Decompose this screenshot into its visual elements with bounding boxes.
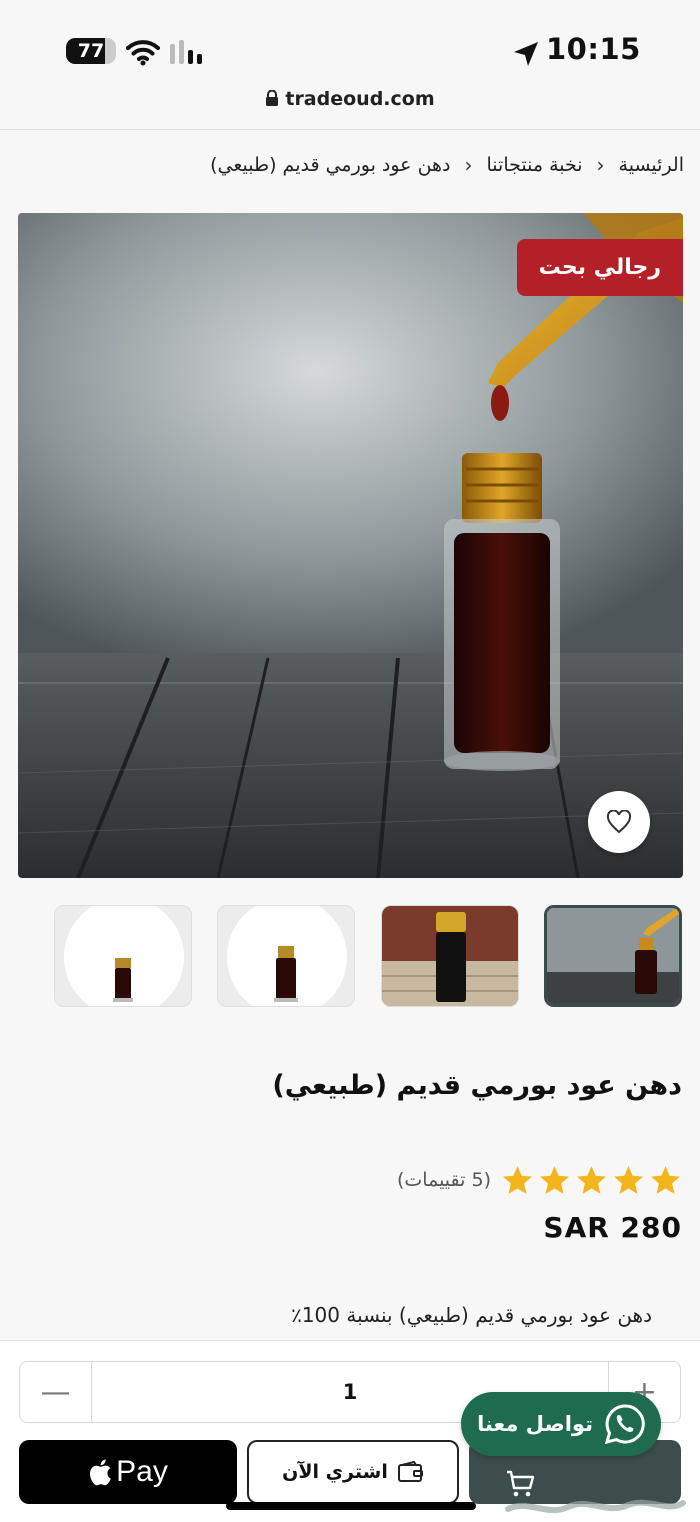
whatsapp-label: تواصل معنا: [477, 1412, 593, 1436]
lock-icon: [266, 90, 279, 106]
apple-pay-label: Pay: [116, 1455, 168, 1488]
whatsapp-contact-button[interactable]: تواصل معنا: [461, 1392, 661, 1456]
decrease-quantity-button[interactable]: —: [20, 1362, 92, 1422]
purchase-bar: — 1 + Pay اشتري الآن تواصل معنا: [0, 1340, 700, 1522]
url-text: tradeoud.com: [285, 88, 435, 110]
product-badge: رجالي بحت: [516, 239, 683, 296]
breadcrumb-home[interactable]: الرئيسية: [619, 154, 684, 176]
product-photo: [18, 213, 683, 878]
wallet-icon: [397, 1461, 423, 1482]
rating-count[interactable]: (5 تقييمات): [397, 1169, 491, 1191]
heart-icon: [606, 810, 632, 834]
product-main-image[interactable]: رجالي بحت: [18, 213, 683, 878]
thumbnail-strip: [54, 905, 683, 1007]
star-icon: [614, 1165, 643, 1194]
wishlist-button[interactable]: [588, 791, 650, 853]
star-icon: [577, 1165, 606, 1194]
product-price: SAR 280: [543, 1211, 682, 1244]
address-bar[interactable]: tradeoud.com: [0, 88, 700, 130]
thumbnail-3[interactable]: [217, 905, 355, 1007]
chevron-left-icon: ‹: [596, 153, 605, 177]
star-icon: [540, 1165, 569, 1194]
battery-icon: 77: [66, 38, 116, 64]
product-description: دهن عود بورمي قديم (طبيعي) بنسبة 100٪: [291, 1303, 652, 1327]
battery-level: 77: [77, 40, 105, 62]
thumbnail-4[interactable]: [54, 905, 192, 1007]
status-bar: 77 10:15: [0, 0, 700, 90]
clock: 10:15: [546, 32, 641, 66]
breadcrumb-collection[interactable]: نخبة منتجاتنا: [487, 154, 583, 176]
home-indicator: [226, 1502, 476, 1510]
breadcrumb: الرئيسية ‹ نخبة منتجاتنا ‹ دهن عود بورمي…: [210, 150, 684, 180]
buy-now-label: اشتري الآن: [282, 1461, 388, 1483]
haraj-watermark-logo: [505, 1499, 686, 1514]
location-arrow-icon: [514, 42, 538, 66]
thumbnail-1[interactable]: [544, 905, 682, 1007]
breadcrumb-current: دهن عود بورمي قديم (طبيعي): [210, 154, 451, 176]
apple-logo-icon: [90, 1459, 111, 1486]
rating[interactable]: (5 تقييمات): [397, 1162, 682, 1198]
product-title: دهن عود بورمي قديم (طبيعي): [272, 1070, 682, 1101]
cellular-signal-icon: [170, 40, 202, 64]
star-icon: [651, 1165, 680, 1194]
star-icon: [503, 1165, 532, 1194]
thumbnail-2[interactable]: [381, 905, 519, 1007]
chevron-left-icon: ‹: [464, 153, 473, 177]
buy-now-button[interactable]: اشتري الآن: [247, 1440, 459, 1504]
apple-pay-button[interactable]: Pay: [19, 1440, 237, 1504]
wifi-icon: [126, 40, 160, 66]
whatsapp-icon: [604, 1404, 645, 1445]
